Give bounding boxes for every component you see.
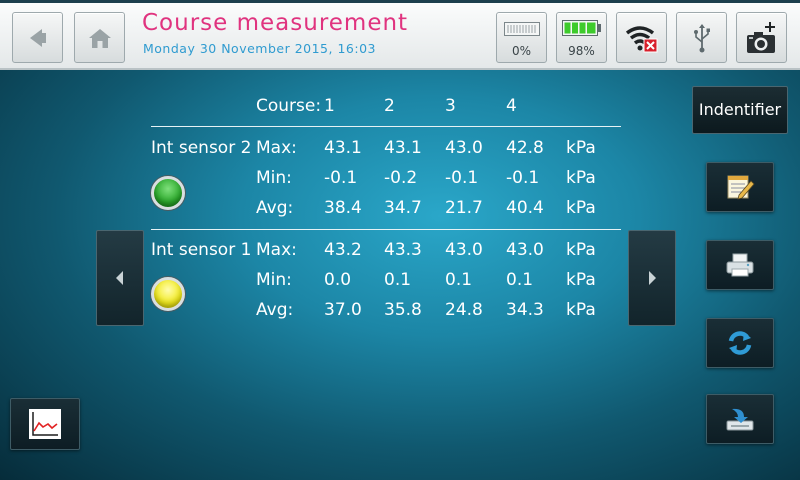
- value-cell: 35.8: [384, 300, 422, 320]
- unit-label: kPa: [566, 168, 596, 188]
- unit-label: kPa: [566, 300, 596, 320]
- battery-icon: [561, 20, 601, 36]
- unit-label: kPa: [566, 240, 596, 260]
- course-header-3: 3: [445, 96, 456, 116]
- value-cell: 0.0: [324, 270, 352, 290]
- value-cell: -0.1: [445, 168, 479, 188]
- value-cell: -0.2: [384, 168, 418, 188]
- line-graph-icon: [29, 409, 61, 439]
- table-divider: [151, 126, 621, 127]
- wifi-status-button[interactable]: [616, 12, 667, 63]
- course-header-label: Course:: [256, 96, 322, 116]
- chevron-left-icon: [116, 271, 123, 285]
- home-icon: [88, 28, 111, 48]
- sensor-status-led: [151, 176, 185, 210]
- value-cell: 40.4: [506, 198, 544, 218]
- header-bar: Course measurement Monday 30 November 20…: [0, 0, 800, 70]
- course-header-1: 1: [324, 96, 335, 116]
- value-cell: 38.4: [324, 198, 362, 218]
- previous-page-button[interactable]: [96, 230, 144, 326]
- notepad-pencil-icon: [727, 175, 755, 200]
- next-page-button[interactable]: [628, 230, 676, 326]
- sensor-name: Int sensor 1: [151, 240, 252, 260]
- battery-percent: 98%: [568, 44, 595, 58]
- back-button[interactable]: [12, 12, 63, 63]
- value-cell: 0.1: [445, 270, 473, 290]
- unit-label: kPa: [566, 138, 596, 158]
- row-label: Min:: [256, 270, 292, 290]
- save-button[interactable]: [706, 394, 774, 444]
- arrow-left-icon: [29, 28, 46, 47]
- value-cell: 43.0: [445, 138, 483, 158]
- value-cell: 24.8: [445, 300, 483, 320]
- value-cell: 43.1: [384, 138, 422, 158]
- print-button[interactable]: [706, 240, 774, 290]
- value-cell: 34.3: [506, 300, 544, 320]
- wifi-disconnected-icon: [625, 25, 657, 52]
- table-divider: [151, 229, 621, 230]
- course-header-2: 2: [384, 96, 395, 116]
- row-label: Avg:: [256, 198, 294, 218]
- sensor-name: Int sensor 2: [151, 138, 252, 158]
- memory-bar-icon: [503, 22, 540, 36]
- value-cell: 43.1: [324, 138, 362, 158]
- usb-icon: [693, 23, 710, 52]
- value-cell: 43.2: [324, 240, 362, 260]
- value-cell: 21.7: [445, 198, 483, 218]
- page-title: Course measurement: [142, 10, 409, 36]
- value-cell: 34.7: [384, 198, 422, 218]
- unit-label: kPa: [566, 270, 596, 290]
- refresh-icon: [728, 331, 752, 355]
- value-cell: 0.1: [384, 270, 412, 290]
- date-time: Monday 30 November 2015, 16:03: [143, 41, 376, 56]
- value-cell: 37.0: [324, 300, 362, 320]
- chevron-right-icon: [649, 271, 656, 285]
- value-cell: 43.3: [384, 240, 422, 260]
- row-label: Max:: [256, 138, 297, 158]
- value-cell: 43.0: [506, 240, 544, 260]
- graph-view-button[interactable]: [10, 398, 80, 450]
- unit-label: kPa: [566, 198, 596, 218]
- edit-notes-button[interactable]: [706, 162, 774, 212]
- camera-button[interactable]: [736, 12, 787, 63]
- refresh-button[interactable]: [706, 318, 774, 368]
- value-cell: 42.8: [506, 138, 544, 158]
- printer-icon: [726, 253, 754, 277]
- sensor-status-led: [151, 277, 185, 311]
- memory-status[interactable]: 0%: [496, 12, 547, 63]
- value-cell: 0.1: [506, 270, 534, 290]
- value-cell: 43.0: [445, 240, 483, 260]
- identifier-button[interactable]: Indentifier: [692, 86, 788, 134]
- row-label: Max:: [256, 240, 297, 260]
- value-cell: -0.1: [506, 168, 540, 188]
- save-tray-icon: [726, 408, 754, 431]
- usb-status-button[interactable]: [676, 12, 727, 63]
- camera-add-icon: [746, 21, 775, 53]
- course-header-4: 4: [506, 96, 517, 116]
- row-label: Min:: [256, 168, 292, 188]
- home-button[interactable]: [74, 12, 125, 63]
- memory-percent: 0%: [511, 44, 532, 58]
- value-cell: -0.1: [324, 168, 358, 188]
- battery-status[interactable]: 98%: [556, 12, 607, 63]
- row-label: Avg:: [256, 300, 294, 320]
